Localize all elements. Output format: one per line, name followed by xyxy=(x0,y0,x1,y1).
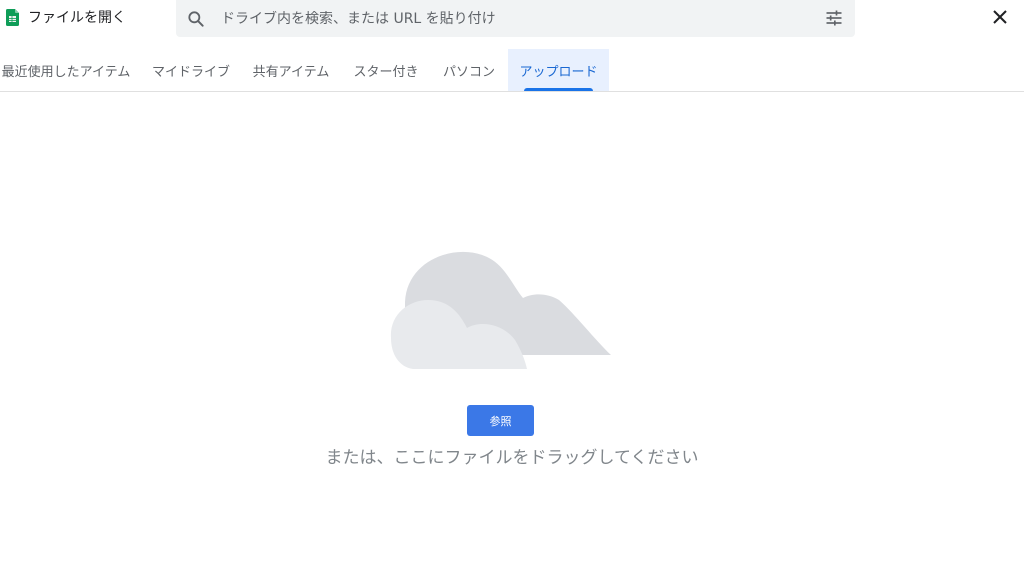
drag-drop-hint: または、ここにファイルをドラッグしてください xyxy=(325,448,699,468)
tab-starred[interactable]: スター付き xyxy=(348,49,424,91)
search-input[interactable] xyxy=(221,10,801,27)
tab-shared[interactable]: 共有アイテム xyxy=(247,49,335,91)
tab-computers[interactable]: パソコン xyxy=(437,49,501,91)
top-bar: ファイルを開く xyxy=(0,0,1024,40)
search-bar[interactable] xyxy=(176,0,855,37)
source-tabs: 最近使用したアイテム マイドライブ 共有アイテム スター付き パソコン アップロ… xyxy=(0,49,1024,91)
tab-label: 共有アイテム xyxy=(252,65,330,80)
tab-recent[interactable]: 最近使用したアイテム xyxy=(0,49,132,91)
close-icon[interactable] xyxy=(993,10,1007,24)
tab-my-drive[interactable]: マイドライブ xyxy=(144,49,238,91)
google-sheets-icon xyxy=(6,8,19,26)
tab-label: アップロード xyxy=(519,65,598,80)
tab-label: 最近使用したアイテム xyxy=(1,65,131,80)
dialog-title-text: ファイルを開く xyxy=(28,10,126,26)
tab-label: マイドライブ xyxy=(151,65,230,80)
search-icon[interactable] xyxy=(186,9,206,29)
browse-button[interactable]: 参照 xyxy=(467,405,534,436)
dialog-title: ファイルを開く xyxy=(6,6,126,28)
cloud-illustration xyxy=(390,251,611,369)
tab-upload[interactable]: アップロード xyxy=(508,49,609,91)
tab-label: スター付き xyxy=(353,65,419,80)
tab-label: パソコン xyxy=(442,65,495,80)
filter-options-icon[interactable] xyxy=(824,8,844,28)
tabs-divider xyxy=(0,91,1024,92)
close-button[interactable] xyxy=(989,6,1011,28)
